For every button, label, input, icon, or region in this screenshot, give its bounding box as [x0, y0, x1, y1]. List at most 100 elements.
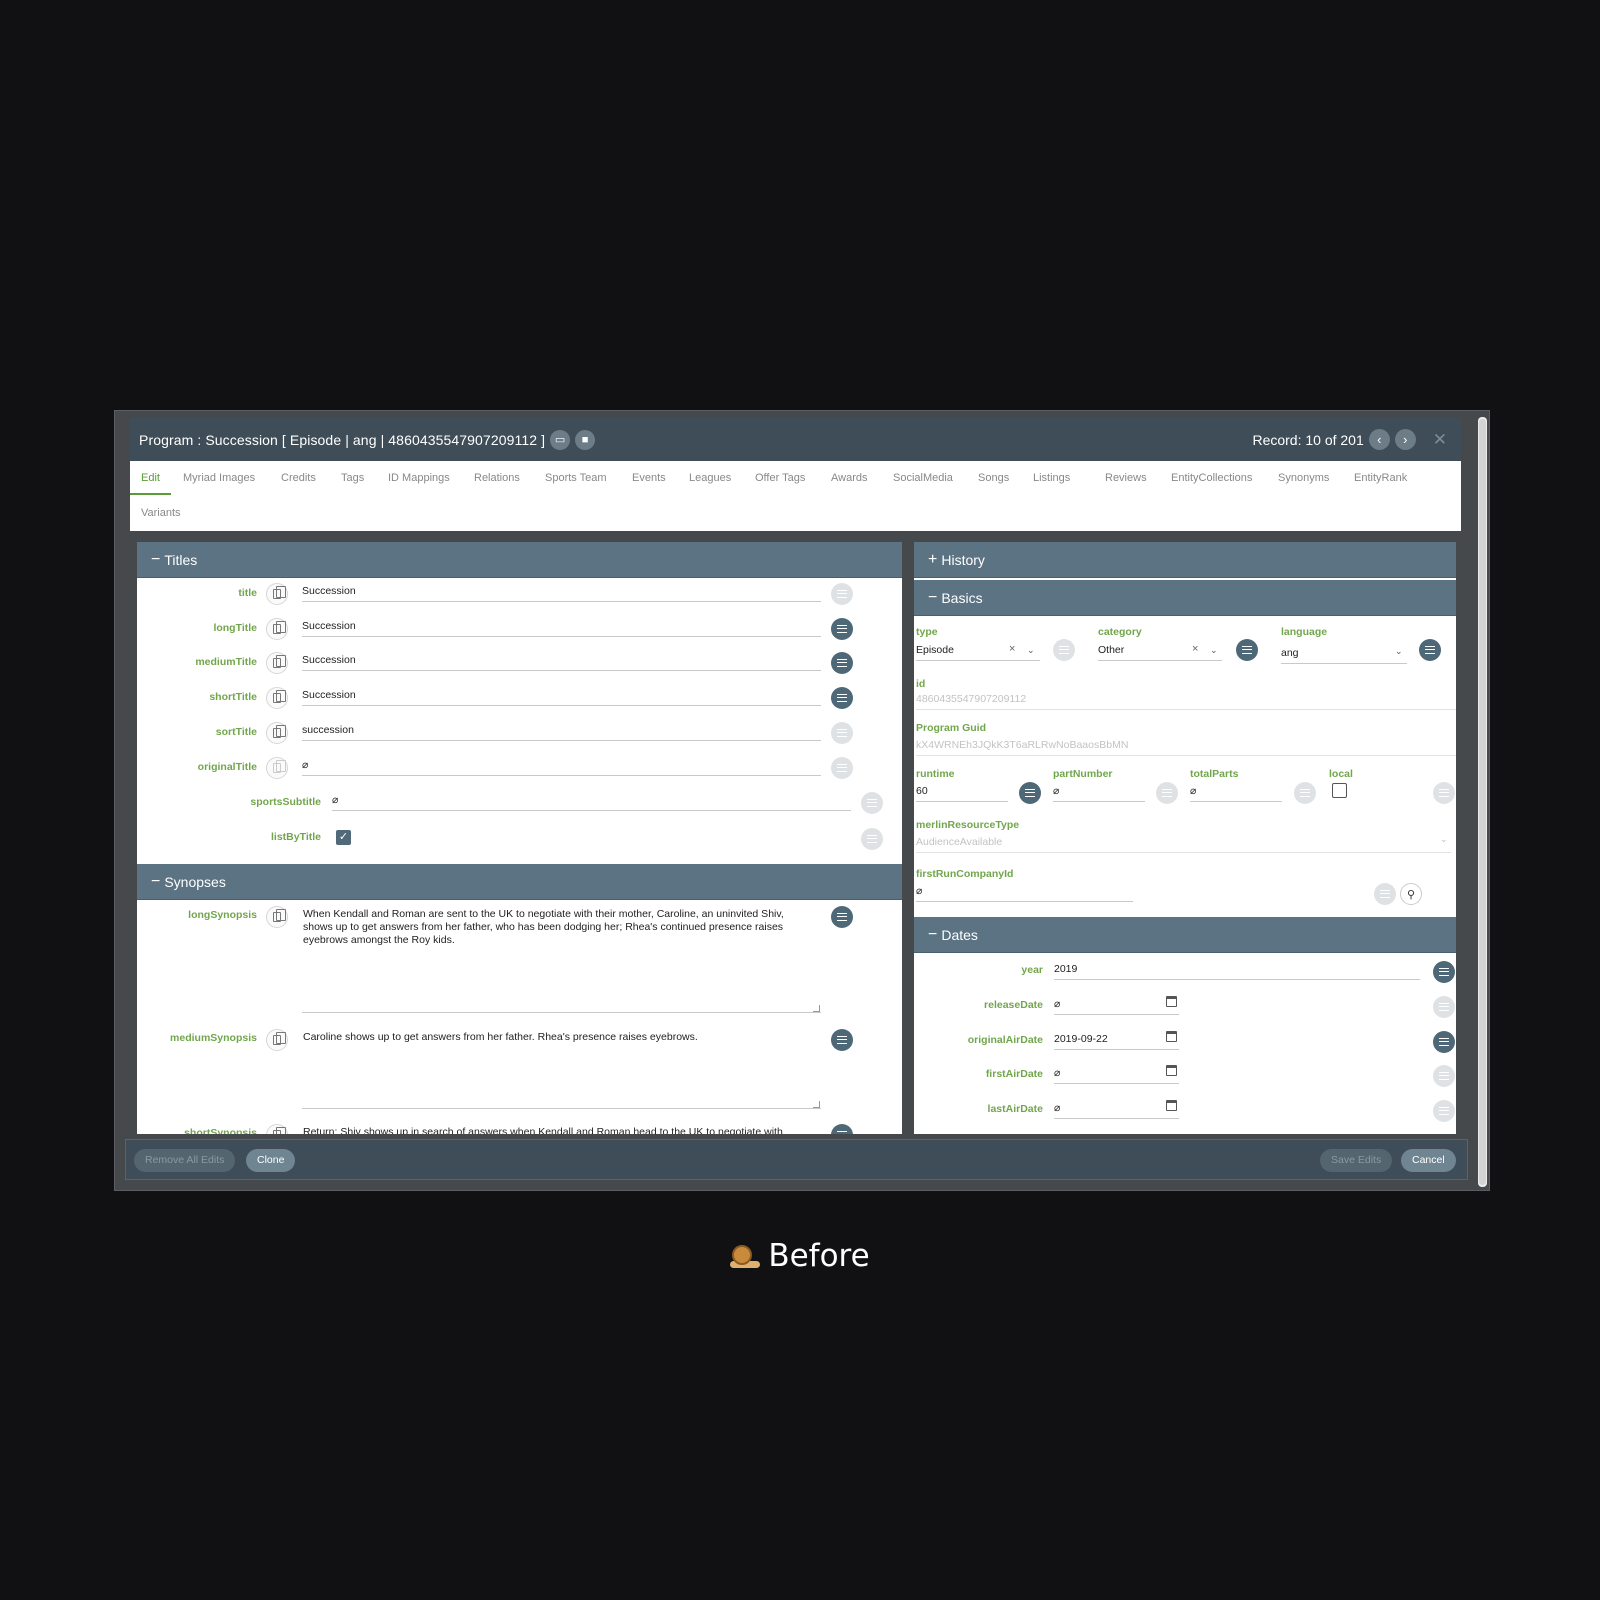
- language-select[interactable]: ang: [1281, 646, 1407, 664]
- remove-all-edits-button[interactable]: Remove All Edits: [134, 1149, 236, 1172]
- chevron-down-icon[interactable]: ⌄: [1027, 645, 1035, 656]
- dialog-scrollbar[interactable]: [1478, 417, 1487, 1187]
- tab-synonyms[interactable]: Synonyms: [1267, 461, 1340, 495]
- sportssubtitle-input[interactable]: ⌀: [332, 793, 851, 811]
- copy-icon[interactable]: [266, 757, 288, 779]
- list-icon[interactable]: [831, 618, 853, 640]
- clipboard-icon[interactable]: ▭: [550, 429, 571, 450]
- titles-section-header[interactable]: − Titles: [137, 542, 902, 578]
- save-icon[interactable]: ■: [575, 429, 596, 450]
- releasedate-input[interactable]: ⌀: [1054, 997, 1179, 1015]
- mediumsynopsis-textarea[interactable]: Caroline shows up to get answers from he…: [303, 1031, 816, 1044]
- list-icon[interactable]: [831, 687, 853, 709]
- chevron-down-icon[interactable]: ⌄: [1440, 834, 1448, 845]
- list-icon[interactable]: [1156, 782, 1178, 804]
- tab-entitycollections[interactable]: EntityCollections: [1160, 461, 1263, 495]
- list-icon[interactable]: [831, 906, 853, 928]
- list-icon[interactable]: [1019, 782, 1041, 804]
- list-icon[interactable]: [831, 1124, 853, 1134]
- resize-grip-icon[interactable]: [813, 1101, 820, 1108]
- calendar-icon[interactable]: [1166, 1100, 1177, 1111]
- originaltitle-input[interactable]: ⌀: [302, 758, 821, 776]
- calendar-icon[interactable]: [1166, 1065, 1177, 1076]
- runtime-input[interactable]: 60: [916, 784, 1008, 802]
- tab-entityrank[interactable]: EntityRank: [1343, 461, 1418, 495]
- firstruncompanyid-input[interactable]: ⌀: [916, 884, 1133, 902]
- mediumtitle-input[interactable]: Succession: [302, 653, 821, 671]
- list-icon[interactable]: [1433, 782, 1455, 804]
- year-input[interactable]: 2019: [1054, 962, 1420, 980]
- tab-tags[interactable]: Tags: [330, 461, 375, 495]
- merlinresourcetype-select[interactable]: AudienceAvailable: [916, 835, 1451, 853]
- originalairdate-input[interactable]: 2019-09-22: [1054, 1032, 1179, 1050]
- list-icon[interactable]: [1053, 639, 1075, 661]
- tab-sports-team[interactable]: Sports Team: [534, 461, 618, 495]
- list-icon[interactable]: [1374, 883, 1396, 905]
- list-icon[interactable]: [831, 722, 853, 744]
- resize-grip-icon[interactable]: [813, 1005, 820, 1012]
- copy-icon[interactable]: [266, 1029, 288, 1051]
- local-checkbox[interactable]: [1332, 783, 1347, 798]
- type-select[interactable]: Episode: [916, 643, 1040, 661]
- shorttitle-input[interactable]: Succession: [302, 688, 821, 706]
- cancel-button[interactable]: Cancel: [1401, 1149, 1456, 1172]
- save-edits-button[interactable]: Save Edits: [1320, 1149, 1393, 1172]
- tab-variants[interactable]: Variants: [130, 496, 192, 530]
- next-record-button[interactable]: ›: [1394, 429, 1416, 450]
- list-icon[interactable]: [1433, 1065, 1455, 1087]
- lastairdate-input[interactable]: ⌀: [1054, 1101, 1179, 1119]
- list-icon[interactable]: [861, 792, 883, 814]
- clone-button[interactable]: Clone: [246, 1149, 296, 1172]
- shortsynopsis-textarea[interactable]: Return: Shiv shows up in search of answe…: [303, 1126, 816, 1134]
- scrollbar-thumb[interactable]: [1479, 419, 1486, 1185]
- copy-icon[interactable]: [266, 722, 288, 744]
- basics-section-header[interactable]: − Basics: [914, 580, 1456, 616]
- list-icon[interactable]: [1236, 639, 1258, 661]
- tab-songs[interactable]: Songs: [967, 461, 1020, 495]
- list-icon[interactable]: [1433, 1100, 1455, 1122]
- copy-icon[interactable]: [266, 687, 288, 709]
- list-icon[interactable]: [831, 1029, 853, 1051]
- tab-socialmedia[interactable]: SocialMedia: [882, 461, 964, 495]
- list-icon[interactable]: [831, 652, 853, 674]
- copy-icon[interactable]: [266, 652, 288, 674]
- tab-credits[interactable]: Credits: [270, 461, 327, 495]
- list-icon[interactable]: [1433, 996, 1455, 1018]
- title-input[interactable]: Succession: [302, 584, 821, 602]
- tab-offer-tags[interactable]: Offer Tags: [744, 461, 816, 495]
- partnumber-input[interactable]: ⌀: [1053, 784, 1145, 802]
- tab-myriad-images[interactable]: Myriad Images: [172, 461, 266, 495]
- calendar-icon[interactable]: [1166, 996, 1177, 1007]
- clear-icon[interactable]: ×: [1192, 643, 1198, 655]
- category-select[interactable]: Other: [1098, 643, 1222, 661]
- tab-awards[interactable]: Awards: [820, 461, 878, 495]
- tab-leagues[interactable]: Leagues: [678, 461, 742, 495]
- list-icon[interactable]: [1433, 961, 1455, 983]
- totalparts-input[interactable]: ⌀: [1190, 784, 1282, 802]
- firstairdate-input[interactable]: ⌀: [1054, 1066, 1179, 1084]
- copy-icon[interactable]: [266, 618, 288, 640]
- chevron-down-icon[interactable]: ⌄: [1395, 646, 1403, 657]
- history-section-header[interactable]: + History: [914, 542, 1456, 578]
- list-icon[interactable]: [861, 828, 883, 850]
- search-icon[interactable]: ⚲: [1400, 883, 1422, 905]
- dates-section-header[interactable]: − Dates: [914, 917, 1456, 953]
- list-icon[interactable]: [1294, 782, 1316, 804]
- list-icon[interactable]: [831, 583, 853, 605]
- sorttitle-input[interactable]: succession: [302, 723, 821, 741]
- clear-icon[interactable]: ×: [1009, 643, 1015, 655]
- tab-id-mappings[interactable]: ID Mappings: [377, 461, 461, 495]
- copy-icon[interactable]: [266, 1124, 288, 1134]
- tab-relations[interactable]: Relations: [463, 461, 531, 495]
- synopses-section-header[interactable]: − Synopses: [137, 864, 902, 900]
- list-icon[interactable]: [831, 757, 853, 779]
- longtitle-input[interactable]: Succession: [302, 619, 821, 637]
- tab-listings[interactable]: Listings: [1022, 461, 1081, 495]
- list-icon[interactable]: [1433, 1031, 1455, 1053]
- chevron-down-icon[interactable]: ⌄: [1210, 645, 1218, 656]
- list-icon[interactable]: [1419, 639, 1441, 661]
- tab-edit[interactable]: Edit: [130, 461, 171, 495]
- copy-icon[interactable]: [266, 583, 288, 605]
- close-icon[interactable]: ✕: [1433, 430, 1447, 450]
- listbytitle-checkbox[interactable]: ✓: [336, 830, 351, 845]
